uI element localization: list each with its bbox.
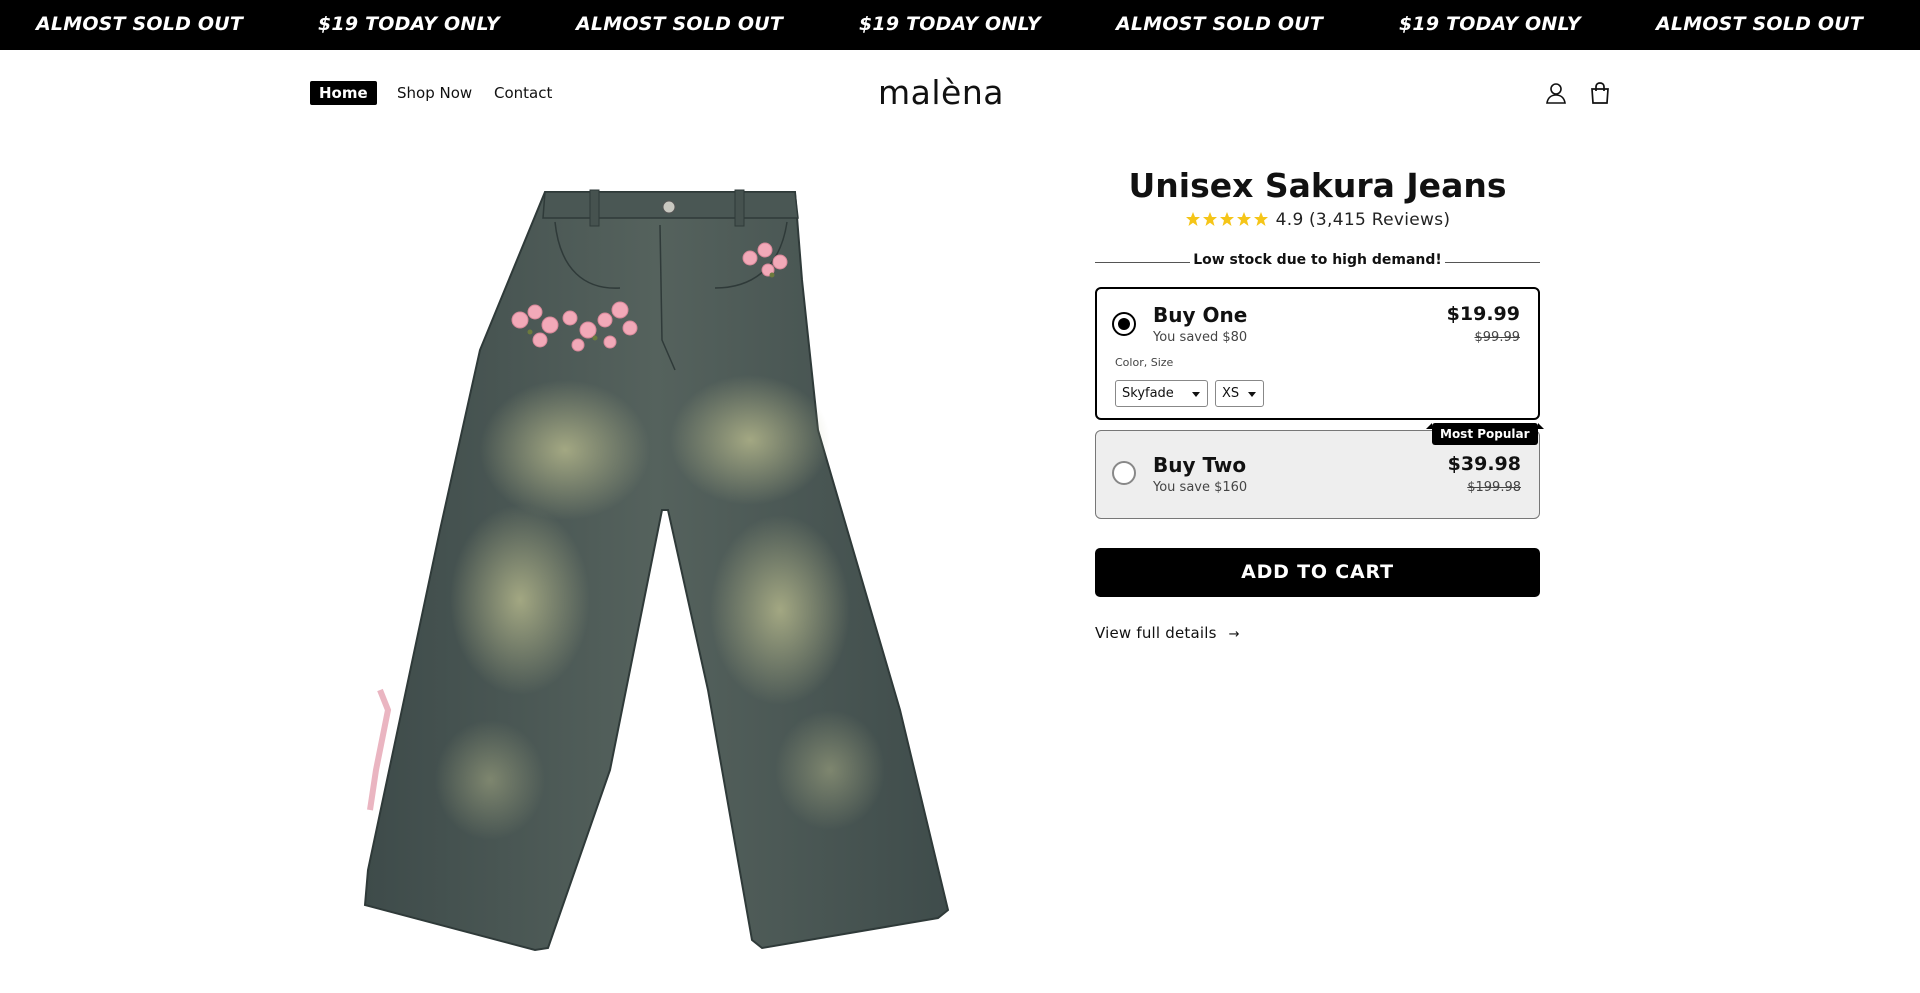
offer-price: $19.99	[1446, 303, 1520, 325]
chevron-down-icon	[1192, 392, 1200, 397]
announcement-bar: ALMOST SOLD OUT $19 TODAY ONLY ALMOST SO…	[0, 0, 1920, 50]
most-popular-badge: Most Popular	[1426, 423, 1544, 445]
offer-radio-unselected[interactable]	[1112, 461, 1136, 485]
offer-radio-selected[interactable]	[1112, 312, 1136, 336]
offer-savings: You save $160	[1153, 480, 1248, 495]
announcement-text: $19 TODAY ONLY	[1399, 13, 1581, 35]
nav-contact[interactable]: Contact	[494, 81, 552, 105]
offer-savings: You saved $80	[1153, 330, 1248, 345]
cart-icon[interactable]	[1587, 80, 1613, 106]
review-count: (3,415 Reviews)	[1308, 210, 1451, 230]
star-icon	[1185, 212, 1200, 226]
star-icon	[1219, 212, 1234, 226]
announcement-text: $19 TODAY ONLY	[318, 13, 500, 35]
brand-logo[interactable]: malèna	[878, 73, 1004, 112]
offer-price: $39.98	[1447, 453, 1521, 475]
account-icon[interactable]	[1543, 80, 1569, 106]
star-icon	[1253, 212, 1268, 226]
stock-notice: Low stock due to high demand!	[1095, 252, 1540, 272]
offer-name: Buy Two	[1153, 453, 1247, 477]
rating-value: 4.9	[1275, 210, 1304, 230]
color-select-value: Skyfade	[1122, 386, 1174, 401]
chevron-down-icon	[1248, 392, 1256, 397]
offer-buy-one[interactable]: Buy One You saved $80 $19.99 $99.99 Colo…	[1095, 287, 1540, 420]
star-icon	[1202, 212, 1217, 226]
divider	[1445, 262, 1540, 263]
offer-name: Buy One	[1153, 303, 1248, 327]
details-link-label: View full details	[1095, 624, 1217, 642]
stock-notice-text: Low stock due to high demand!	[1193, 252, 1442, 268]
product-image[interactable]	[340, 170, 960, 993]
offer-old-price: $99.99	[1474, 330, 1521, 345]
announcement-text: ALMOST SOLD OUT	[576, 13, 783, 35]
star-rating	[1185, 211, 1270, 232]
add-to-cart-button[interactable]: ADD TO CART	[1095, 548, 1540, 597]
nav-home[interactable]: Home	[310, 81, 377, 105]
variant-label: Color, Size	[1115, 356, 1174, 369]
nav-shop-now[interactable]: Shop Now	[397, 81, 472, 105]
arrow-right-icon: →	[1228, 627, 1240, 642]
offer-old-price: $199.98	[1467, 480, 1521, 495]
announcement-text: ALMOST SOLD OUT	[1656, 13, 1863, 35]
announcement-text: ALMOST SOLD OUT	[36, 13, 243, 35]
announcement-text: $19 TODAY ONLY	[859, 13, 1041, 35]
view-full-details-link[interactable]: View full details →	[1095, 624, 1240, 642]
product-rating[interactable]: 4.9 (3,415 Reviews)	[1095, 210, 1540, 232]
star-icon	[1236, 212, 1251, 226]
size-select-value: XS	[1222, 386, 1240, 401]
color-select[interactable]: Skyfade	[1115, 380, 1208, 407]
product-title: Unisex Sakura Jeans	[1128, 166, 1507, 205]
announcement-text: ALMOST SOLD OUT	[1116, 13, 1323, 35]
size-select[interactable]: XS	[1215, 380, 1264, 407]
